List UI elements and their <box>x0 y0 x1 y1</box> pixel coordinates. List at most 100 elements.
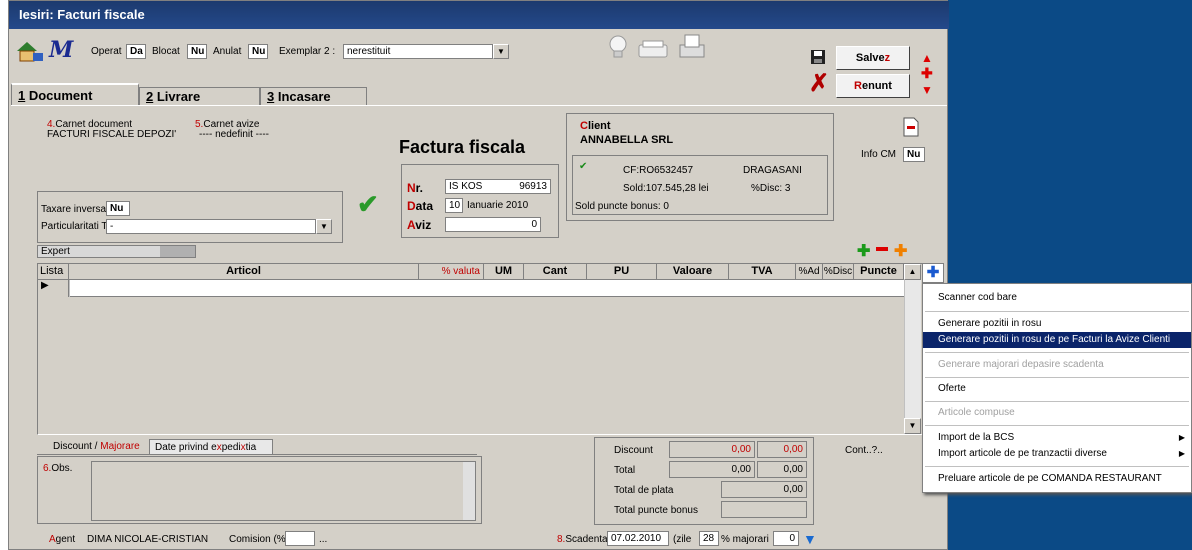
menu-separator <box>925 377 1189 378</box>
menu-item-import-tranzactii[interactable]: Import articole de pe tranzactii diverse… <box>923 446 1191 462</box>
house-icon[interactable] <box>15 39 45 63</box>
cancel-label-accent: R <box>854 80 862 92</box>
add-special-icon[interactable]: ✚ <box>894 241 907 261</box>
m-logo-icon[interactable]: M <box>49 37 81 63</box>
tab-document[interactable]: 1 Document <box>11 83 139 105</box>
save-button[interactable]: Salvez <box>836 46 910 70</box>
col-pu[interactable]: PU <box>587 264 657 280</box>
bonus-label: Total puncte bonus <box>614 505 698 516</box>
arrow-up-icon[interactable]: ▲ <box>921 51 933 65</box>
operat-value[interactable]: Da <box>126 44 146 59</box>
total-value-1: 0,00 <box>669 461 755 478</box>
anulat-value[interactable]: Nu <box>248 44 268 59</box>
lightbulb-icon[interactable] <box>607 33 629 61</box>
cancel-button[interactable]: Renunt <box>836 74 910 98</box>
tab-divider <box>11 105 947 106</box>
comision-label: Comision (%) <box>229 534 290 545</box>
tab-livrare-label: Livrare <box>153 89 201 104</box>
expert-label: Expert <box>41 246 70 257</box>
majorari-field[interactable]: 0 <box>773 531 799 546</box>
scroll-up-icon[interactable]: ▲ <box>904 264 921 280</box>
menu-item-generare-rosu[interactable]: Generare pozitii in rosu <box>923 316 1191 332</box>
grid-scrollbar[interactable] <box>904 264 921 434</box>
zile-field[interactable]: 28 <box>699 531 719 546</box>
scroll-down-icon[interactable]: ▼ <box>904 418 921 434</box>
context-menu: Scanner cod bare Generare pozitii in ros… <box>922 283 1192 493</box>
table-row[interactable] <box>38 280 904 297</box>
carnet-avize-value[interactable]: ---- nedefinit ---- <box>199 129 269 140</box>
col-tva[interactable]: TVA <box>729 264 796 280</box>
menu-item-import-bcs[interactable]: Import de la BCS ▶ <box>923 430 1191 446</box>
col-ad[interactable]: %Ad <box>796 264 823 280</box>
remove-row-icon[interactable] <box>876 247 888 251</box>
blocat-value[interactable]: Nu <box>187 44 207 59</box>
obs-textarea[interactable] <box>91 461 476 521</box>
col-valuta[interactable]: % valuta <box>419 264 484 280</box>
comision-field[interactable] <box>285 531 315 546</box>
menu-item-majorari: Generare majorari depasire scadenta <box>938 359 1104 370</box>
col-lista[interactable]: Lista <box>38 264 69 280</box>
document-icon[interactable] <box>903 117 919 137</box>
carnet-document-value[interactable]: FACTURI FISCALE DEPOZI' <box>47 129 176 140</box>
comision-more-button[interactable]: ... <box>319 534 327 545</box>
grid-menu-plus-button[interactable]: ✚ <box>922 263 944 283</box>
client-cf: CF:RO6532457 <box>623 165 694 176</box>
exemplar-select[interactable]: nerestituit <box>343 44 493 59</box>
client-name[interactable]: ANNABELLA SRL <box>580 134 673 146</box>
tab-discount[interactable]: Discount / Majorare <box>53 441 140 452</box>
aviz-label: Aviz <box>407 218 431 232</box>
arrow-down-icon[interactable]: ▼ <box>921 83 933 97</box>
cont-link[interactable]: Cont..?.. <box>845 445 883 456</box>
client-label-text: lient <box>587 120 611 132</box>
save-label: Salve <box>855 52 885 64</box>
obs-scrollbar[interactable] <box>463 462 475 520</box>
col-um[interactable]: UM <box>484 264 524 280</box>
menu-item-articole-compuse: Articole compuse <box>938 407 1015 418</box>
tab-incasare[interactable]: 3 Incasare <box>260 87 367 105</box>
client-sold: Sold:107.545,28 lei <box>623 183 709 194</box>
total-value-2: 0,00 <box>757 461 807 478</box>
cancel-x-icon[interactable]: ✗ <box>809 72 829 96</box>
majorari-label: % majorari <box>721 534 769 545</box>
floppy-save-icon[interactable] <box>810 49 826 65</box>
tab-livrare[interactable]: 2 Livrare <box>139 87 260 105</box>
data-day-field[interactable]: 10 <box>445 198 463 213</box>
menu-separator <box>925 425 1189 426</box>
expand-down-icon[interactable]: ▼ <box>803 531 817 547</box>
col-cant[interactable]: Cant <box>524 264 587 280</box>
agent-value[interactable]: DIMA NICOLAE-CRISTIAN <box>87 534 208 545</box>
nr-label: Nr. <box>407 181 423 195</box>
nr-value: 96913 <box>519 181 547 192</box>
particularitati-select[interactable]: - <box>106 219 316 234</box>
anulat-label: Anulat <box>213 46 242 57</box>
menu-item-comanda-restaurant[interactable]: Preluare articole de pe COMANDA RESTAURA… <box>923 471 1191 487</box>
submenu-arrow-icon: ▶ <box>1178 449 1185 458</box>
printer-icon[interactable] <box>677 33 707 61</box>
menu-item-generare-rosu-avize[interactable]: Generare pozitii in rosu de pe Facturi l… <box>923 332 1191 348</box>
card-reader-icon[interactable] <box>637 39 669 61</box>
nr-field[interactable]: IS KOS 96913 <box>445 179 551 194</box>
scadenta-field[interactable]: 07.02.2010 <box>607 531 669 546</box>
data-label: Data <box>407 199 433 213</box>
col-articol[interactable]: Articol <box>69 264 419 280</box>
menu-item-import-bcs-label: Import de la BCS <box>938 432 1015 443</box>
dropdown-arrow-icon[interactable]: ▼ <box>493 44 509 59</box>
blocat-label: Blocat <box>152 46 180 57</box>
menu-separator <box>925 352 1189 353</box>
save-label-accent: z <box>884 52 891 64</box>
plus-icon[interactable]: ✚ <box>921 65 933 82</box>
menu-item-oferte[interactable]: Oferte <box>923 381 1191 397</box>
tab-date-expeditie[interactable]: Date privind expedixtia <box>149 439 273 455</box>
add-row-icon[interactable]: ✚ <box>857 241 870 261</box>
data-month[interactable]: Ianuarie 2010 <box>467 200 528 211</box>
col-disc[interactable]: %Disc <box>823 264 854 280</box>
col-puncte[interactable]: Puncte <box>854 264 904 280</box>
infocm-value[interactable]: Nu <box>903 147 925 162</box>
client-disc: %Disc: 3 <box>751 183 791 194</box>
menu-item-scanner[interactable]: Scanner cod bare <box>923 290 1191 306</box>
aviz-label-accent: A <box>407 218 416 232</box>
particularitati-dropdown-icon[interactable]: ▼ <box>316 219 332 234</box>
aviz-field[interactable]: 0 <box>445 217 541 232</box>
taxare-value[interactable]: Nu <box>106 201 130 216</box>
col-valoare[interactable]: Valoare <box>657 264 729 280</box>
